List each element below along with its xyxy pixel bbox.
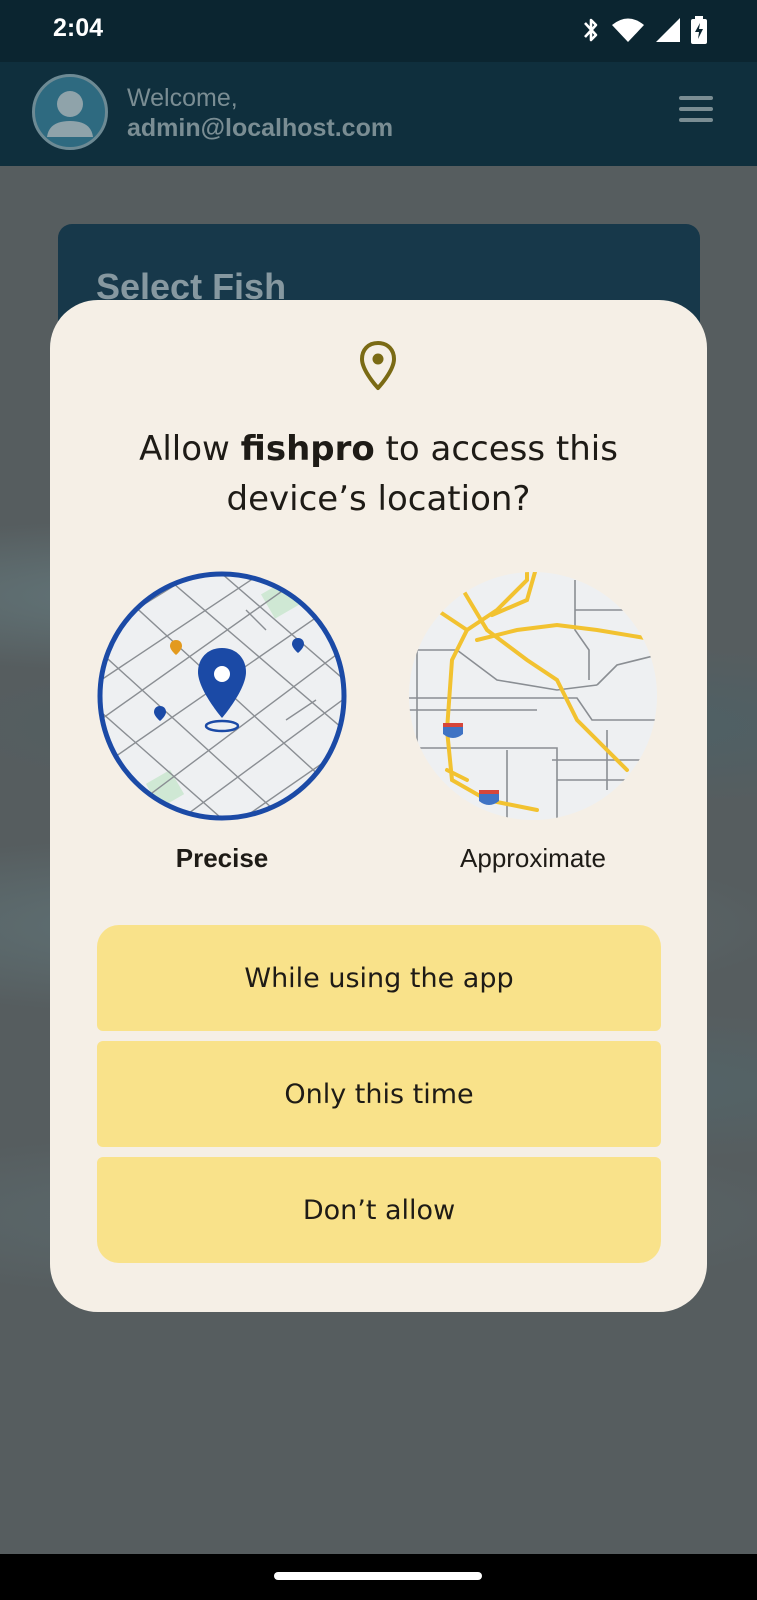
welcome-label: Welcome, [127,84,238,112]
menu-icon[interactable] [679,96,713,122]
system-navigation-bar [0,1554,757,1600]
welcome-user: admin@localhost.com [127,114,394,142]
app-name: fishpro [240,429,375,469]
app-header: Welcome, admin@localhost.com [0,62,757,166]
precise-label[interactable]: Precise [96,843,348,874]
location-pin-icon [360,341,396,390]
approximate-map-option[interactable] [407,570,659,822]
wifi-icon [612,18,644,42]
status-bar: 2:04 [0,0,757,62]
only-this-time-button[interactable]: Only this time [97,1041,661,1147]
status-icons [581,15,707,45]
status-time: 2:04 [53,14,104,42]
precise-map-option[interactable] [96,570,348,822]
home-gesture-handle[interactable] [274,1572,482,1580]
while-using-app-button[interactable]: While using the app [97,925,661,1031]
dont-allow-button[interactable]: Don’t allow [97,1157,661,1263]
dialog-title: Allow fishpro to access this device’s lo… [139,429,618,519]
avatar[interactable] [32,74,108,150]
bluetooth-icon [584,18,598,42]
battery-charging-icon [691,16,707,44]
signal-icon [656,18,680,42]
location-permission-dialog: Allow fishpro to access this device’s lo… [50,300,707,1312]
user-icon [47,91,93,137]
approximate-label[interactable]: Approximate [407,843,659,874]
